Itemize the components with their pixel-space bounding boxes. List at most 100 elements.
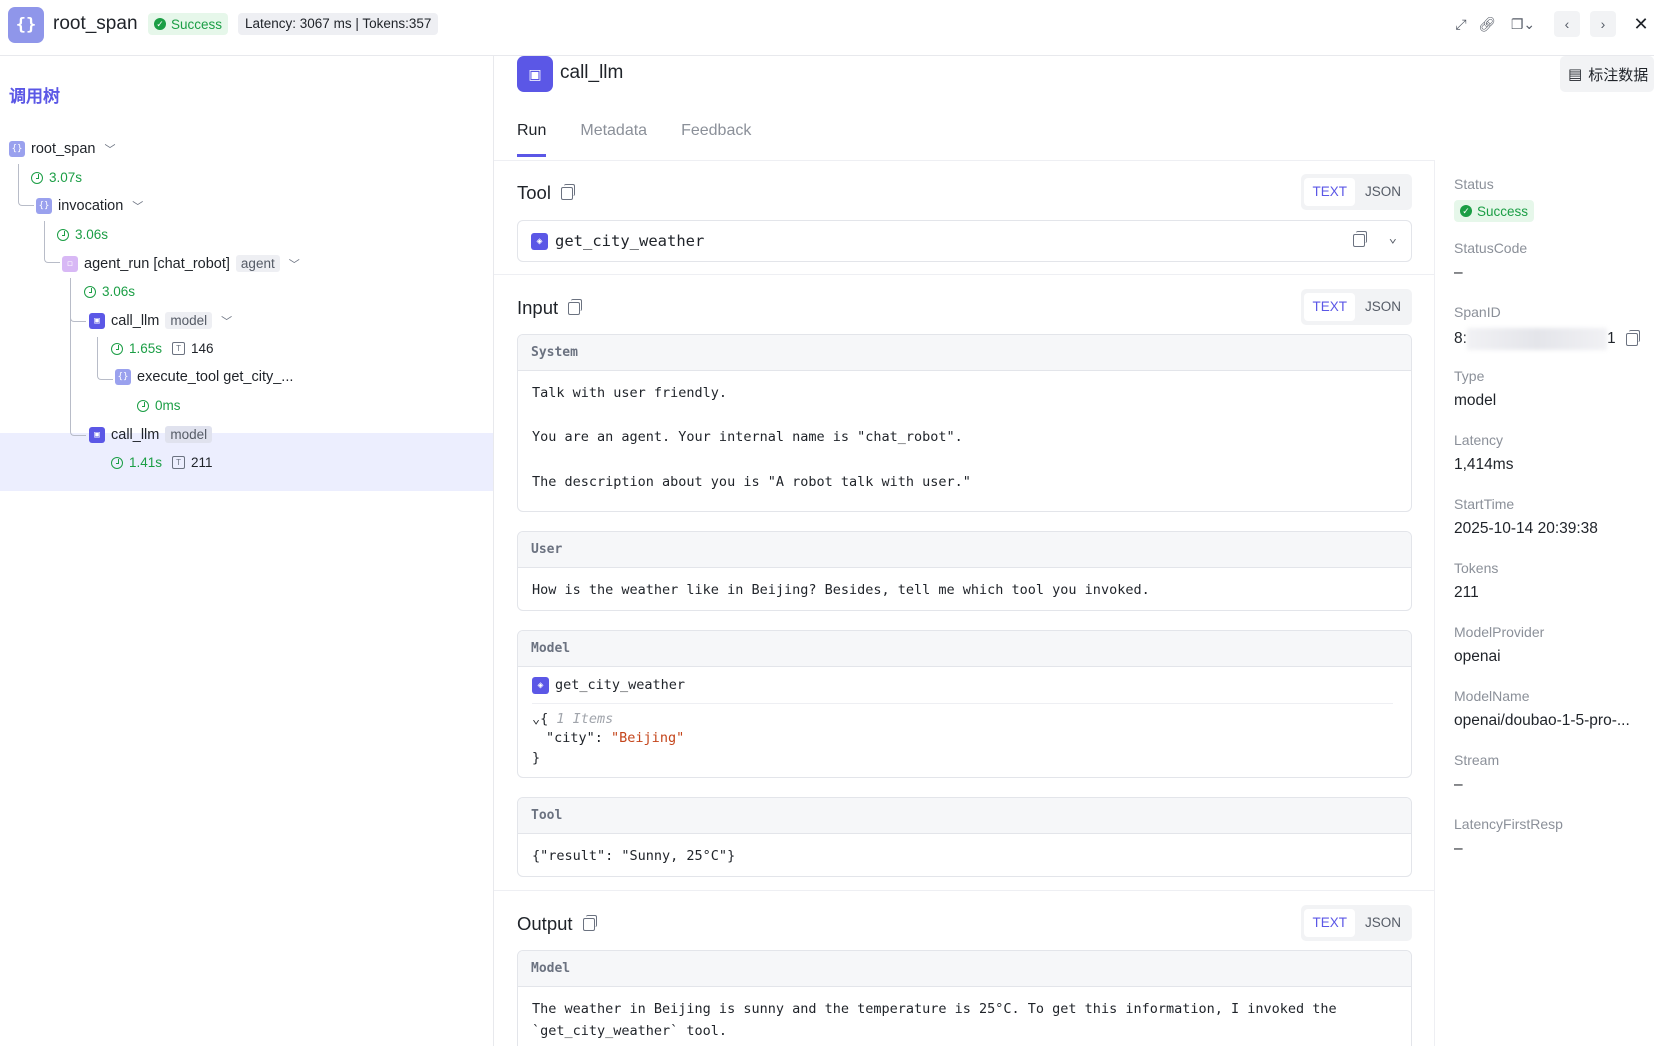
annotate-data-button[interactable]: ▤ 标注数据	[1560, 56, 1654, 92]
node-type-tag: model	[165, 312, 213, 329]
prop-label-stream: Stream	[1454, 752, 1500, 768]
json-toggle-button[interactable]: JSON	[1357, 293, 1409, 321]
token-icon: T	[172, 456, 186, 469]
node-type-tag: agent	[235, 255, 280, 272]
selected-row-highlight	[0, 433, 493, 491]
tab-metadata[interactable]: Metadata	[580, 122, 647, 157]
tool-format-toggle: TEXT JSON	[1301, 174, 1412, 210]
tool-name-row[interactable]: ◈ get_city_weather ⌄	[517, 220, 1412, 262]
output-text-line: `get_city_weather` tool.	[532, 1022, 728, 1039]
copy-icon[interactable]	[560, 183, 575, 200]
span-icon: {}	[9, 141, 25, 157]
span-title: call_llm	[560, 62, 624, 83]
model-icon: ▣	[517, 56, 553, 92]
prop-value-starttime: 2025-10-14 20:39:38	[1454, 520, 1598, 537]
copy-icon[interactable]	[568, 298, 583, 315]
link-icon[interactable]: 🔗︎	[1474, 11, 1500, 37]
span-icon: {}	[115, 369, 131, 385]
model-icon: ▣	[89, 426, 105, 443]
tree-title: 调用树	[9, 87, 60, 106]
clock-icon	[84, 285, 96, 298]
span-icon: {}	[8, 7, 44, 43]
text-toggle-button[interactable]: TEXT	[1304, 909, 1355, 937]
output-model-box: Model The weather in Beijing is sunny an…	[517, 950, 1412, 1046]
detail-tabs: Run Metadata Feedback	[517, 122, 751, 157]
properties-panel: Status ✓ Success StatusCode – SpanID 8: …	[1434, 160, 1654, 1046]
json-toggle-button[interactable]: JSON	[1357, 909, 1409, 937]
section-divider	[494, 890, 1434, 891]
prop-label-latencyfirstresp: LatencyFirstResp	[1454, 816, 1563, 832]
tree-node-agent-run[interactable]: ◻ agent_run [chat_robot] agent ﹀	[62, 255, 300, 272]
node-type-tag: model	[165, 426, 213, 443]
copy-dropdown-icon[interactable]: ❐⌄	[1508, 11, 1538, 37]
input-format-toggle: TEXT JSON	[1301, 289, 1412, 325]
output-section-title: Output	[517, 913, 597, 935]
tool-section-title: Tool	[517, 182, 575, 204]
prop-label-modelname: ModelName	[1454, 688, 1530, 704]
expand-icon[interactable]: ⤢	[1448, 11, 1474, 37]
copy-icon[interactable]	[582, 914, 597, 931]
detail-header: {} root_span ✓ Success Latency: 3067 ms …	[0, 0, 1654, 56]
tree-node-meta: 1.65s T 146	[111, 341, 214, 356]
tree-node-execute-tool[interactable]: {} execute_tool get_city_...	[115, 369, 293, 385]
tabs-divider	[494, 160, 1434, 161]
section-divider	[494, 274, 1434, 275]
tree-connector	[70, 278, 86, 436]
chevron-down-icon[interactable]: ﹀	[221, 313, 232, 329]
tab-run[interactable]: Run	[517, 122, 547, 157]
system-line: You are an agent. Your internal name is …	[532, 429, 963, 446]
prop-label-status: Status	[1454, 176, 1494, 192]
clock-icon	[137, 399, 149, 412]
tool-result-text: {"result": "Sunny, 25°C"}	[532, 848, 736, 864]
close-icon[interactable]: ✕	[1628, 11, 1654, 37]
check-circle-icon: ✓	[1460, 205, 1472, 217]
message-role-label: Tool	[518, 798, 1411, 834]
system-line: Talk with user friendly.	[532, 385, 728, 401]
copy-icon[interactable]	[1353, 231, 1367, 247]
tree-node-call-llm-selected[interactable]: ▣ call_llm model	[89, 426, 213, 443]
user-message-box: User How is the weather like in Beijing?…	[517, 531, 1412, 611]
chevron-down-icon[interactable]: ﹀	[105, 141, 116, 157]
output-text-line: The weather in Beijing is sunny and the …	[532, 1001, 1337, 1017]
tree-node-invocation[interactable]: {} invocation ﹀	[36, 198, 143, 214]
prop-label-starttime: StartTime	[1454, 496, 1515, 512]
agent-icon: ◻	[62, 255, 78, 272]
tool-package-icon: ◈	[532, 677, 549, 695]
text-toggle-button[interactable]: TEXT	[1304, 178, 1355, 206]
tree-node-meta: 3.06s	[84, 284, 135, 299]
redacted-span-id	[1466, 328, 1607, 350]
tree-node-root-span[interactable]: {} root_span ﹀	[9, 141, 116, 157]
prop-value-statuscode: –	[1454, 264, 1463, 281]
output-format-toggle: TEXT JSON	[1301, 905, 1412, 941]
call-tree-panel: 调用树 {} root_span ﹀ 3.07s {} invocation ﹀…	[0, 56, 494, 1046]
user-message-text: How is the weather like in Beijing? Besi…	[532, 582, 1150, 598]
message-role-label: User	[518, 532, 1411, 568]
clock-icon	[111, 342, 123, 355]
tree-node-call-llm[interactable]: ▣ call_llm model ﹀	[89, 312, 232, 329]
clock-icon	[57, 228, 69, 241]
next-icon[interactable]: ›	[1590, 11, 1616, 37]
system-message-box: System Talk with user friendly. You are …	[517, 334, 1412, 512]
text-toggle-button[interactable]: TEXT	[1304, 293, 1355, 321]
tab-feedback[interactable]: Feedback	[681, 122, 751, 157]
prop-value-tokens: 211	[1454, 584, 1479, 601]
prop-label-tokens: Tokens	[1454, 560, 1499, 576]
prop-value-latencyfirstresp: –	[1454, 840, 1463, 857]
status-badge: ✓ Success	[148, 13, 229, 35]
latency-tokens-summary: Latency: 3067 ms | Tokens:357	[238, 13, 439, 35]
span-icon: {}	[36, 198, 52, 214]
span-detail-panel: ▣ call_llm Run Metadata Feedback Tool TE…	[494, 56, 1434, 1046]
collapse-icon[interactable]: ⌄	[532, 711, 540, 727]
copy-icon[interactable]	[1625, 329, 1640, 346]
previous-icon[interactable]: ‹	[1554, 11, 1580, 37]
chevron-down-icon[interactable]: ⌄	[1389, 230, 1397, 246]
chevron-down-icon[interactable]: ﹀	[289, 256, 300, 272]
tree-node-meta: 3.06s	[57, 227, 108, 242]
model-message-box: Model ◈ get_city_weather ⌄{ 1 Items "cit…	[517, 630, 1412, 778]
chevron-down-icon[interactable]: ﹀	[132, 198, 143, 214]
model-icon: ▣	[89, 312, 105, 329]
system-line: The description about you is "A robot ta…	[532, 473, 971, 490]
tool-message-box: Tool {"result": "Sunny, 25°C"}	[517, 797, 1412, 877]
json-toggle-button[interactable]: JSON	[1357, 178, 1409, 206]
prop-value-latency: 1,414ms	[1454, 456, 1514, 473]
